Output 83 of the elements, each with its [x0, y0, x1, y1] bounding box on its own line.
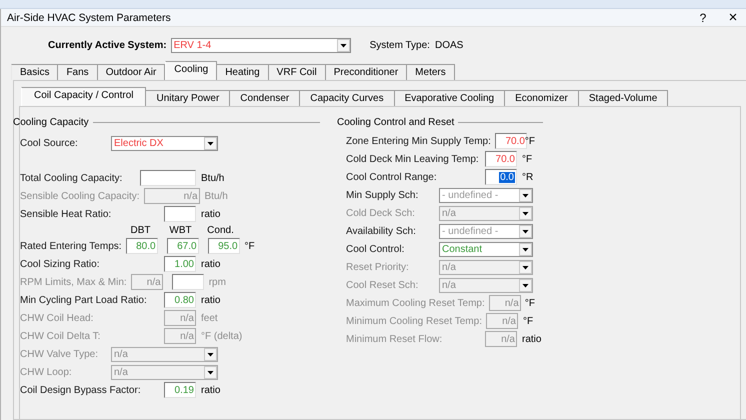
unit-label: ratio [201, 208, 220, 220]
dropdown[interactable]: - undefined - [439, 224, 533, 238]
field-label: CHW Coil Delta T: [20, 330, 102, 342]
tab[interactable]: Coil Capacity / Control [21, 87, 146, 106]
dropdown[interactable]: - undefined - [439, 188, 533, 202]
unit-label: ratio [201, 258, 220, 270]
active-system-dropdown[interactable]: ERV 1-4 [170, 38, 351, 52]
field-label: Sensible Heat Ratio: [20, 208, 112, 220]
text-field[interactable]: 0.0 [485, 169, 517, 185]
group-title: Cooling Control and Reset [337, 116, 454, 128]
tab[interactable]: Cooling [165, 61, 218, 80]
dropdown[interactable]: Electric DX [111, 136, 218, 150]
field-label: Cool Control Range: [346, 172, 438, 182]
tab[interactable]: Capacity Curves [300, 90, 395, 106]
tab[interactable]: Outdoor Air [98, 64, 166, 80]
field-label: Sensible Cooling Capacity: [20, 190, 140, 202]
tab[interactable]: Heating [217, 64, 269, 80]
unit-label: °F [244, 240, 255, 252]
unit-label: °F (delta) [201, 330, 242, 342]
tab[interactable]: Economizer [505, 90, 579, 106]
unit-label: Btu/h [201, 172, 224, 184]
column-heading: WBT [168, 224, 193, 236]
column-heading: DBT [130, 224, 152, 236]
tab[interactable]: Condenser [230, 90, 300, 106]
text-field[interactable]: 0.19 [164, 382, 196, 398]
text-field[interactable]: 67.0 [166, 238, 199, 254]
unit-label: feet [201, 312, 218, 324]
tab[interactable]: Basics [11, 64, 58, 80]
unit-label: ratio [201, 384, 220, 396]
field-label: Coil Design Bypass Factor: [20, 384, 142, 396]
dropdown[interactable]: Constant [439, 242, 533, 256]
unit-label: ratio [522, 334, 542, 344]
text-field[interactable]: 0.80 [164, 292, 196, 308]
field-label: Maximum Cooling Reset Temp: [346, 298, 485, 308]
field-label: Minimum Reset Flow: [346, 334, 444, 344]
field-label: Cool Reset Sch: [346, 280, 420, 290]
text-field[interactable] [140, 170, 196, 186]
tab[interactable]: Evaporative Cooling [394, 90, 506, 106]
text-field[interactable]: 70.0 [494, 133, 527, 149]
field-label: Minimum Cooling Reset Temp: [346, 316, 482, 326]
field-label: CHW Loop: [20, 366, 73, 378]
text-field[interactable]: 80.0 [126, 238, 158, 254]
unit-label: Btu/h [204, 190, 228, 202]
tab[interactable]: VRF Coil [268, 64, 326, 80]
field-label: Rated Entering Temps: [20, 240, 122, 252]
unit-label: °F [522, 154, 532, 164]
field-label: Cool Control: [346, 244, 406, 254]
field-label: Min Cycling Part Load Ratio: [20, 294, 148, 306]
unit-label: °R [522, 172, 534, 182]
tab[interactable]: Preconditioner [326, 64, 408, 80]
field-label: CHW Coil Head: [20, 312, 94, 324]
system-type-value: DOAS [434, 40, 464, 50]
field-label: Zone Entering Min Supply Temp: [346, 136, 491, 146]
system-type-label: System Type: [370, 40, 430, 50]
window-title: Air-Side HVAC System Parameters [7, 12, 172, 24]
close-button[interactable]: × [720, 9, 746, 26]
field-label: CHW Valve Type: [20, 348, 99, 360]
tab[interactable]: Staged-Volume [578, 90, 668, 106]
unit-label: °F [522, 316, 534, 326]
help-button[interactable]: ? [690, 10, 716, 24]
unit-label: ratio [201, 294, 220, 306]
unit-label: °F [524, 136, 535, 146]
text-field[interactable]: 1.00 [164, 256, 196, 272]
active-system-label: Currently Active System: [48, 40, 167, 50]
unit-label: °F [524, 298, 535, 308]
field-label: RPM Limits, Max & Min: [20, 276, 127, 288]
unit-label: rpm [208, 276, 226, 288]
tab[interactable]: Meters [407, 64, 455, 80]
field-label: Cool Source: [20, 138, 79, 148]
tab[interactable]: Fans [58, 64, 98, 80]
tab[interactable]: Unitary Power [146, 90, 230, 106]
text-field[interactable]: 95.0 [208, 238, 240, 254]
column-heading: Cond. [206, 224, 235, 236]
field-label: Reset Priority: [346, 262, 410, 272]
field-label: Cold Deck Sch: [346, 208, 416, 218]
field-label: Cool Sizing Ratio: [20, 258, 100, 270]
field-label: Min Supply Sch: [346, 190, 420, 200]
group-title: Cooling Capacity [13, 116, 89, 128]
field-label: Total Cooling Capacity: [20, 172, 124, 184]
field-label: Cold Deck Min Leaving Temp: [346, 154, 480, 164]
field-label: Availability Sch: [346, 226, 417, 236]
text-field[interactable]: 70.0 [485, 151, 517, 167]
text-field[interactable] [164, 206, 196, 222]
